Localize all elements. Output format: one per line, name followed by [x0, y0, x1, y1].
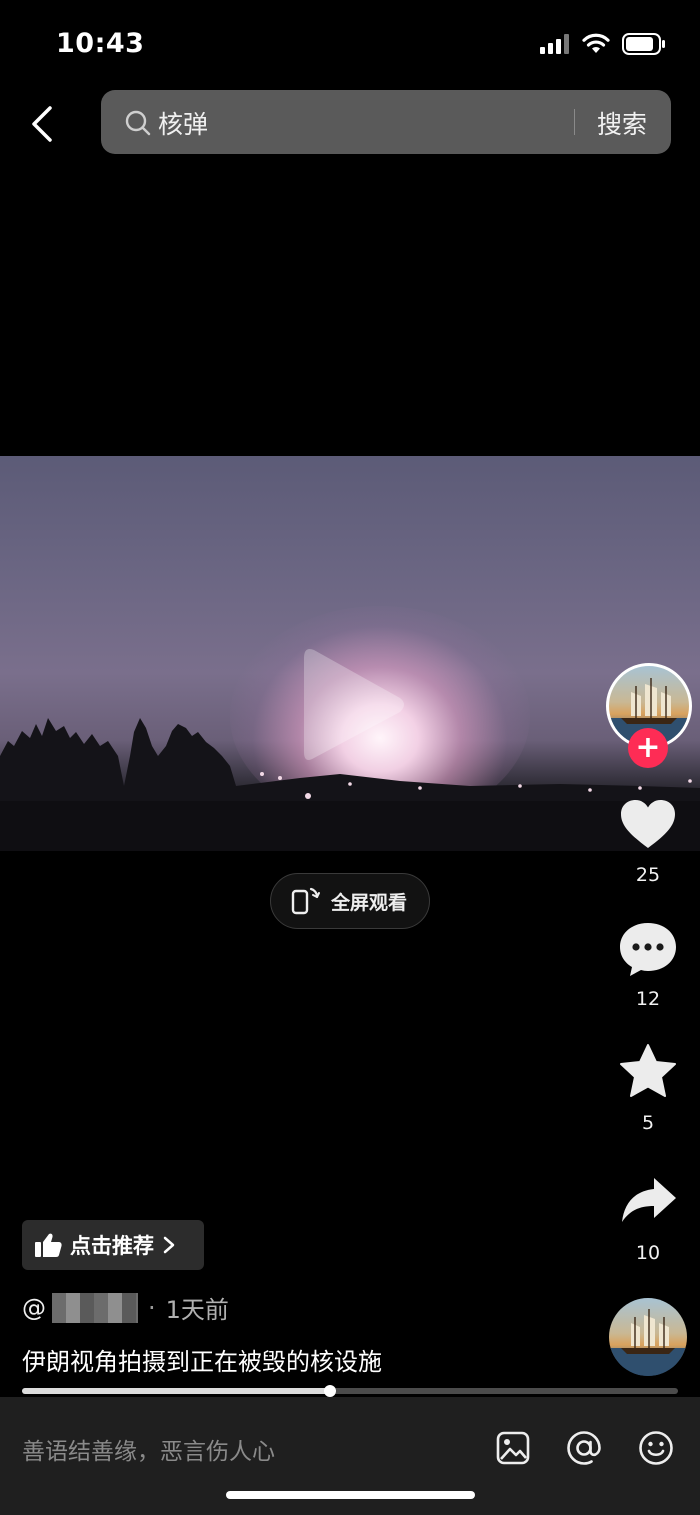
- music-disc-avatar[interactable]: [609, 1298, 687, 1376]
- recommend-button[interactable]: 点击推荐: [22, 1220, 204, 1270]
- progress-fill: [22, 1388, 331, 1394]
- sailing-ship-image: [609, 1309, 687, 1376]
- chevron-right-icon: [163, 1236, 175, 1254]
- rotate-phone-icon: [291, 887, 320, 915]
- status-icons: [540, 33, 666, 55]
- search-box[interactable]: 核弹 搜索: [101, 90, 671, 154]
- chevron-left-icon: [32, 106, 52, 142]
- search-input[interactable]: 核弹: [158, 105, 208, 141]
- progress-handle[interactable]: [324, 1385, 337, 1397]
- search-divider: [574, 109, 575, 135]
- separator-dot: ·: [148, 1293, 156, 1322]
- status-time: 10:43: [56, 28, 145, 59]
- author-handle-prefix[interactable]: @: [22, 1294, 46, 1322]
- like-count: 25: [635, 864, 661, 886]
- signal-icon: [540, 34, 569, 54]
- play-icon[interactable]: [300, 642, 410, 767]
- search-icon: [125, 110, 151, 136]
- thumbs-up-icon: [35, 1233, 62, 1257]
- emoji-icon[interactable]: [638, 1430, 674, 1466]
- search-button[interactable]: 搜索: [597, 105, 647, 141]
- comment-icon[interactable]: [618, 920, 678, 978]
- back-button[interactable]: [24, 104, 60, 144]
- at-mention-icon[interactable]: [566, 1430, 602, 1466]
- fullscreen-label: 全屏观看: [331, 891, 408, 914]
- follow-plus-button[interactable]: +: [628, 728, 668, 768]
- home-indicator: [226, 1491, 475, 1499]
- favorite-count: 5: [641, 1112, 655, 1134]
- post-caption: 伊朗视角拍摄到正在被毁的核设施: [22, 1348, 382, 1376]
- wifi-icon: [582, 33, 610, 53]
- share-count: 10: [635, 1242, 661, 1264]
- fullscreen-button[interactable]: 全屏观看: [270, 873, 430, 929]
- author-name-mosaic[interactable]: [52, 1292, 138, 1323]
- comment-input[interactable]: 善语结善缘，恶言伤人心: [22, 1432, 275, 1466]
- video-progress-bar[interactable]: [22, 1385, 678, 1397]
- battery-icon: [622, 33, 665, 55]
- recommend-label: 点击推荐: [70, 1234, 154, 1258]
- post-time: 1天前: [165, 1296, 229, 1324]
- author-row: @ · 1天前: [22, 1290, 229, 1325]
- image-icon[interactable]: [496, 1431, 530, 1465]
- video-player[interactable]: [0, 456, 700, 851]
- share-arrow-icon[interactable]: [620, 1176, 678, 1224]
- comment-bar: 善语结善缘，恶言伤人心: [0, 1397, 700, 1515]
- comment-count: 12: [635, 988, 661, 1010]
- heart-icon[interactable]: [619, 798, 677, 850]
- star-icon[interactable]: [619, 1043, 677, 1099]
